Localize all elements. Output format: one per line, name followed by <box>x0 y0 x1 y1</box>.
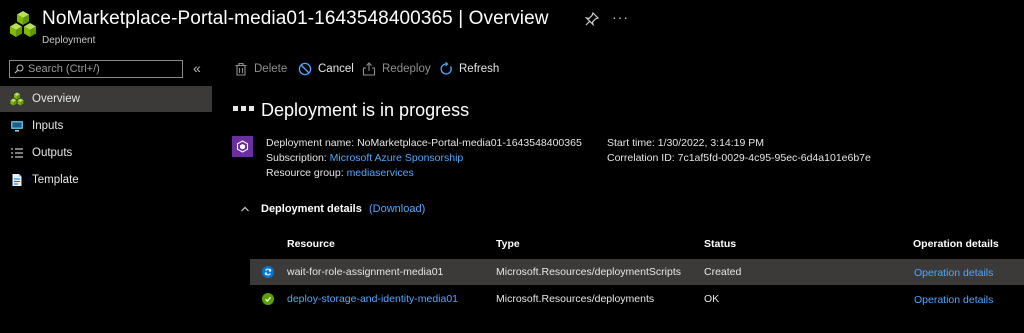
subscription-link[interactable]: Microsoft Azure Sponsorship <box>330 152 464 164</box>
trash-icon <box>235 62 247 76</box>
correlation-id-row: Correlation ID: 7c1af5fd-0029-4c95-95ec-… <box>607 152 871 164</box>
sidebar-item-inputs[interactable]: Inputs <box>0 113 212 139</box>
refresh-button[interactable]: Refresh <box>439 62 499 76</box>
cancel-icon <box>298 62 312 76</box>
deployment-logo-icon <box>10 10 36 40</box>
deployment-status-title: Deployment is in progress <box>261 100 470 120</box>
subscription-label: Subscription: <box>266 152 327 164</box>
template-icon <box>10 173 24 187</box>
redeploy-icon <box>362 62 376 76</box>
collapse-sidebar-icon[interactable]: « <box>193 60 201 76</box>
resource-status: Created <box>704 266 742 278</box>
cancel-button[interactable]: Cancel <box>298 62 354 76</box>
pin-icon[interactable] <box>584 11 600 27</box>
refresh-icon <box>440 62 452 75</box>
page-title: NoMarketplace-Portal-media01-16435484003… <box>42 8 549 29</box>
chevron-up-icon[interactable] <box>240 203 250 213</box>
column-header-operation-details[interactable]: Operation details <box>913 238 999 250</box>
delete-button[interactable]: Delete <box>234 62 287 76</box>
deployment-details-title: Deployment details <box>261 203 362 215</box>
search-icon <box>14 64 24 74</box>
resource-name-link[interactable]: deploy-storage-and-identity-media01 <box>287 293 458 305</box>
subscription-row: Subscription: Microsoft Azure Sponsorshi… <box>266 152 463 164</box>
deployment-name-value: NoMarketplace-Portal-media01-16435484003… <box>357 137 582 149</box>
sidebar-item-label: Template <box>32 174 79 186</box>
resource-name: wait-for-role-assignment-media01 <box>287 266 444 278</box>
sidebar-item-overview[interactable]: Overview <box>0 86 212 112</box>
sidebar-item-label: Inputs <box>32 120 64 132</box>
in-progress-dots-icon <box>233 106 254 111</box>
column-header-resource[interactable]: Resource <box>287 238 335 250</box>
outputs-icon <box>10 146 24 160</box>
deployment-name-label: Deployment name: <box>266 137 355 149</box>
start-time-value: 1/30/2022, 3:14:19 PM <box>657 137 765 149</box>
in-progress-icon <box>262 266 274 278</box>
correlation-id-label: Correlation ID: <box>607 152 675 164</box>
start-time-row: Start time: 1/30/2022, 3:14:19 PM <box>607 137 764 149</box>
column-header-status[interactable]: Status <box>704 238 736 250</box>
deployment-icon <box>10 92 24 106</box>
page-subtitle: Deployment <box>42 35 96 46</box>
resource-type: Microsoft.Resources/deployments <box>496 293 655 305</box>
table-row[interactable]: deploy-storage-and-identity-media01 Micr… <box>250 286 1024 312</box>
correlation-id-value: 7c1af5fd-0029-4c95-95ec-6d4a101e6b7e <box>677 152 871 164</box>
resource-status: OK <box>704 293 720 305</box>
download-link[interactable]: (Download) <box>369 203 425 215</box>
resource-group-row: Resource group: mediaservices <box>266 167 414 179</box>
start-time-label: Start time: <box>607 137 655 149</box>
operation-details-link[interactable]: Operation details <box>914 267 993 279</box>
sidebar-item-label: Outputs <box>32 147 73 159</box>
inputs-icon <box>10 119 24 133</box>
table-row[interactable]: wait-for-role-assignment-media01 Microso… <box>250 259 1024 285</box>
success-check-icon <box>262 293 274 305</box>
resource-group-link[interactable]: mediaservices <box>347 167 414 179</box>
sidebar-item-template[interactable]: Template <box>0 167 212 193</box>
operation-details-link[interactable]: Operation details <box>914 294 993 306</box>
deployment-resource-icon <box>232 136 253 157</box>
sidebar-item-outputs[interactable]: Outputs <box>0 140 212 166</box>
deployment-name-row: Deployment name: NoMarketplace-Portal-me… <box>266 137 582 149</box>
resource-type: Microsoft.Resources/deploymentScripts <box>496 266 681 278</box>
search-input[interactable] <box>28 63 178 75</box>
resource-group-label: Resource group: <box>266 167 344 179</box>
column-header-type[interactable]: Type <box>496 238 520 250</box>
search-box[interactable] <box>9 60 183 78</box>
sidebar-item-label: Overview <box>32 93 80 105</box>
more-options-icon[interactable]: ··· <box>612 9 629 25</box>
redeploy-button[interactable]: Redeploy <box>362 62 431 76</box>
